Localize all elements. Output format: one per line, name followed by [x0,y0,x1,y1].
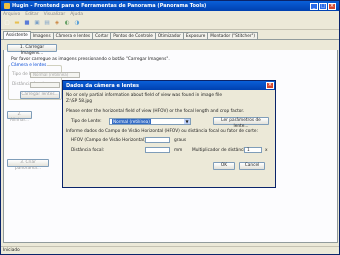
status-bar: Iniciado [1,246,339,254]
tab-imagens[interactable]: Imagens [29,32,54,39]
focal-length-dialog-label: Distância focal: [71,148,105,153]
tab-bar: Assistente Imagens Câmera e lentes Corta… [1,31,339,40]
menu-arquivo[interactable]: Arquivo [3,12,20,17]
tab-camera-lentes[interactable]: Câmera e lentes [52,32,94,39]
add-image-icon[interactable]: ▣ [33,20,41,28]
tab-assistente[interactable]: Assistente [3,31,31,39]
dialog-body: No or only partial information about fie… [63,90,275,187]
menu-visualizar[interactable]: Visualizar [44,12,66,17]
tab-cortar[interactable]: Cortar [92,32,112,39]
camera-lens-group-title: Câmera e lentes [10,63,48,68]
menu-ajuda[interactable]: Ajuda [70,12,83,17]
focal-length-unit: mm [174,148,183,153]
tab-otimizador[interactable]: Otimizador [154,32,184,39]
menu-bar: Arquivo Editar Visualizar Ajuda [1,11,339,18]
load-images-button[interactable]: 1. Carregar Imagens... [7,44,57,56]
dialog-instruction: Please enter the horizontal field of vie… [66,109,245,114]
dialog-lens-type-label: Tipo de Lente: [71,119,102,124]
title-bar: Hugin - Frontend para o Ferramentas de P… [1,1,339,11]
hfov-unit: graus [174,138,187,143]
wizard-hint: Por favor carregue as imagens pressionan… [11,57,170,62]
open-icon[interactable]: ▬ [13,20,21,28]
lens-type-field: Normal (retilínea) [30,72,80,78]
dialog-info-file: Z:\SP 58.jpg [66,99,93,104]
align-button[interactable]: 2. Alinhar... [7,111,32,123]
focal-length-input[interactable] [145,147,170,153]
tab-pontos-controle[interactable]: Pontos de Controle [110,32,156,39]
preview-icon[interactable]: ◐ [63,20,71,28]
save-icon[interactable]: ■ [23,20,31,28]
hfov-input[interactable] [145,137,170,143]
focal-length-field [30,82,60,88]
dialog-title-bar: Dados da câmera e lentes × [63,81,275,90]
fast-preview-icon[interactable]: ◑ [73,20,81,28]
dialog-lens-type-select[interactable]: Normal (retilínea) ▼ [109,118,191,125]
dialog-info-line1: No or only partial information about fie… [66,93,222,98]
add-series-icon[interactable]: ▤ [43,20,51,28]
dialog-fov-heading: Informe dados do Campo de Visão Horizont… [66,129,258,134]
optimize-icon[interactable]: ◈ [53,20,61,28]
window-title: Hugin - Frontend para o Ferramentas de P… [12,3,207,9]
dialog-title: Dados da câmera e lentes [66,82,140,89]
cancel-button[interactable]: Cancel [239,162,265,170]
toolbar: ▢ ▬ ■ ▣ ▤ ◈ ◐ ◑ [1,18,339,30]
crop-factor-unit: x [265,148,268,153]
dialog-lens-type-value: Normal (retilínea) [112,119,151,124]
camera-lens-dialog: Dados da câmera e lentes × No or only pa… [62,80,276,188]
crop-factor-input[interactable]: 1 [244,147,262,153]
maximize-button[interactable]: □ [319,2,327,10]
close-button[interactable]: × [328,2,336,10]
load-lens-params-button[interactable]: Ler parâmetros de lente... [213,117,269,129]
ok-button[interactable]: OK [213,162,235,170]
dialog-close-icon[interactable]: × [266,82,274,89]
create-panorama-button[interactable]: 3. Criar panorama... [7,159,49,171]
tab-exposure[interactable]: Exposure [182,32,209,39]
chevron-down-icon: ▼ [184,119,190,124]
tab-montador[interactable]: Montador ("Stitcher") [207,32,259,39]
load-lens-button[interactable]: Carregar lentes... [20,91,60,99]
new-icon[interactable]: ▢ [3,20,11,28]
menu-editar[interactable]: Editar [25,12,38,17]
hugin-app-icon [4,3,10,9]
minimize-button[interactable]: _ [310,2,318,10]
hfov-label: HFOV (Campo de Visão Horizontal): [71,138,148,143]
